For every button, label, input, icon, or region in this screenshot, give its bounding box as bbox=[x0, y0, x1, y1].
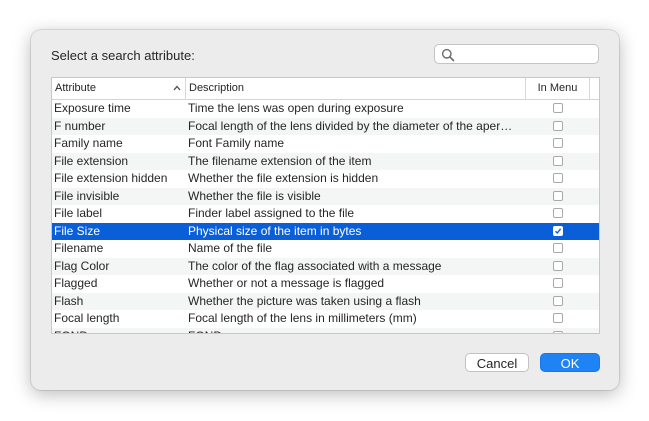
column-header-description[interactable]: Description bbox=[186, 78, 526, 99]
description-cell: Name of the file bbox=[188, 241, 273, 255]
column-header-attribute[interactable]: Attribute bbox=[52, 78, 186, 99]
in-menu-checkbox[interactable] bbox=[553, 208, 563, 218]
in-menu-cell bbox=[526, 135, 590, 153]
chevron-up-icon bbox=[173, 85, 181, 91]
column-header-in-menu[interactable]: In Menu bbox=[526, 78, 590, 99]
in-menu-cell bbox=[526, 118, 590, 136]
table-row[interactable]: File extension The filename extension of … bbox=[52, 152, 599, 171]
table-row[interactable]: Family name Font Family name bbox=[52, 135, 599, 153]
attribute-cell: File extension hidden bbox=[54, 171, 168, 185]
in-menu-checkbox[interactable] bbox=[553, 243, 563, 253]
in-menu-cell bbox=[526, 223, 590, 241]
column-header-label: In Menu bbox=[537, 82, 578, 94]
attribute-cell: File Size bbox=[54, 223, 101, 238]
in-menu-checkbox[interactable] bbox=[553, 190, 563, 201]
table-row[interactable]: Exposure time Time the lens was open duri… bbox=[52, 100, 599, 118]
in-menu-checkbox[interactable] bbox=[553, 173, 563, 183]
table-body: Exposure time Time the lens was open duri… bbox=[52, 100, 599, 333]
in-menu-cell bbox=[526, 170, 590, 188]
search-attribute-dialog: Select a search attribute: Attribute Des… bbox=[31, 30, 619, 390]
description-cell: Focal length of the lens divided by the … bbox=[188, 118, 513, 133]
attribute-cell: Exposure time bbox=[54, 101, 131, 115]
attribute-cell: Flash bbox=[54, 293, 84, 308]
in-menu-checkbox[interactable] bbox=[553, 260, 563, 271]
attribute-cell: Family name bbox=[54, 136, 123, 150]
in-menu-cell bbox=[526, 293, 590, 311]
in-menu-cell bbox=[526, 205, 590, 223]
in-menu-cell bbox=[526, 240, 590, 258]
table-row[interactable]: File invisible Whether the file is visibl… bbox=[52, 187, 599, 206]
description-cell: Whether the picture was taken using a fl… bbox=[188, 293, 421, 308]
description-cell: FOND name bbox=[188, 328, 524, 334]
attribute-cell: File invisible bbox=[54, 188, 120, 203]
table-row[interactable]: FOND name FOND name bbox=[52, 327, 599, 334]
in-menu-cell bbox=[526, 328, 590, 333]
table-row[interactable]: Focal length Focal length of the lens in … bbox=[52, 310, 599, 328]
table-row[interactable]: Flagged Whether or not a message is flagg… bbox=[52, 275, 599, 293]
description-cell: Whether or not a message is flagged bbox=[188, 276, 385, 290]
table-row[interactable]: File Size Physical size of the item in by… bbox=[52, 222, 599, 241]
search-icon bbox=[441, 48, 455, 62]
column-header-label: Attribute bbox=[55, 82, 96, 94]
in-menu-checkbox[interactable] bbox=[553, 225, 563, 236]
description-cell: Whether the file is visible bbox=[188, 188, 321, 203]
table-row[interactable]: Filename Name of the file bbox=[52, 240, 599, 258]
table-row[interactable]: Flag Color The color of the flag associat… bbox=[52, 257, 599, 276]
search-field[interactable] bbox=[434, 44, 599, 64]
dialog-prompt: Select a search attribute: bbox=[51, 48, 195, 63]
in-menu-cell bbox=[526, 188, 590, 206]
attribute-cell: Flagged bbox=[54, 276, 98, 290]
attribute-cell: File label bbox=[54, 206, 103, 220]
in-menu-checkbox[interactable] bbox=[553, 313, 563, 323]
in-menu-cell bbox=[526, 275, 590, 293]
attribute-cell: FOND name bbox=[54, 328, 184, 334]
in-menu-cell bbox=[526, 100, 590, 118]
attribute-cell: Flag Color bbox=[54, 258, 110, 273]
table-row[interactable]: File label Finder label assigned to the f… bbox=[52, 205, 599, 223]
cancel-button[interactable]: Cancel bbox=[465, 353, 529, 372]
in-menu-cell bbox=[526, 258, 590, 276]
checkmark-icon bbox=[555, 227, 562, 234]
attribute-cell: Focal length bbox=[54, 311, 120, 325]
description-cell: Focal length of the lens in millimeters … bbox=[188, 311, 417, 325]
in-menu-cell bbox=[526, 310, 590, 328]
in-menu-cell bbox=[526, 153, 590, 171]
search-input[interactable] bbox=[457, 46, 592, 62]
in-menu-checkbox[interactable] bbox=[553, 330, 563, 333]
table-header: Attribute Description In Menu bbox=[52, 78, 599, 100]
in-menu-checkbox[interactable] bbox=[553, 120, 563, 131]
table-row[interactable]: Flash Whether the picture was taken using… bbox=[52, 292, 599, 311]
description-cell: Whether the file extension is hidden bbox=[188, 171, 379, 185]
description-cell: Time the lens was open during exposure bbox=[188, 101, 404, 115]
table-row[interactable]: File extension hidden Whether the file ex… bbox=[52, 170, 599, 188]
description-cell: The filename extension of the item bbox=[188, 153, 372, 168]
in-menu-checkbox[interactable] bbox=[553, 295, 563, 306]
ok-button[interactable]: OK bbox=[540, 353, 600, 372]
description-cell: The color of the flag associated with a … bbox=[188, 258, 442, 273]
attributes-table[interactable]: Attribute Description In Menu Exposure t… bbox=[51, 77, 600, 334]
description-cell: Font Family name bbox=[188, 136, 285, 150]
in-menu-checkbox[interactable] bbox=[553, 138, 563, 148]
in-menu-checkbox[interactable] bbox=[553, 278, 563, 288]
in-menu-checkbox[interactable] bbox=[553, 155, 563, 166]
description-cell: Finder label assigned to the file bbox=[188, 206, 355, 220]
description-cell: Physical size of the item in bytes bbox=[188, 223, 362, 238]
attribute-cell: Filename bbox=[54, 241, 104, 255]
attribute-cell: File extension bbox=[54, 153, 129, 168]
attribute-cell: F number bbox=[54, 118, 106, 133]
column-header-label: Description bbox=[189, 82, 245, 94]
table-row[interactable]: F number Focal length of the lens divided… bbox=[52, 117, 599, 136]
in-menu-checkbox[interactable] bbox=[553, 103, 563, 113]
